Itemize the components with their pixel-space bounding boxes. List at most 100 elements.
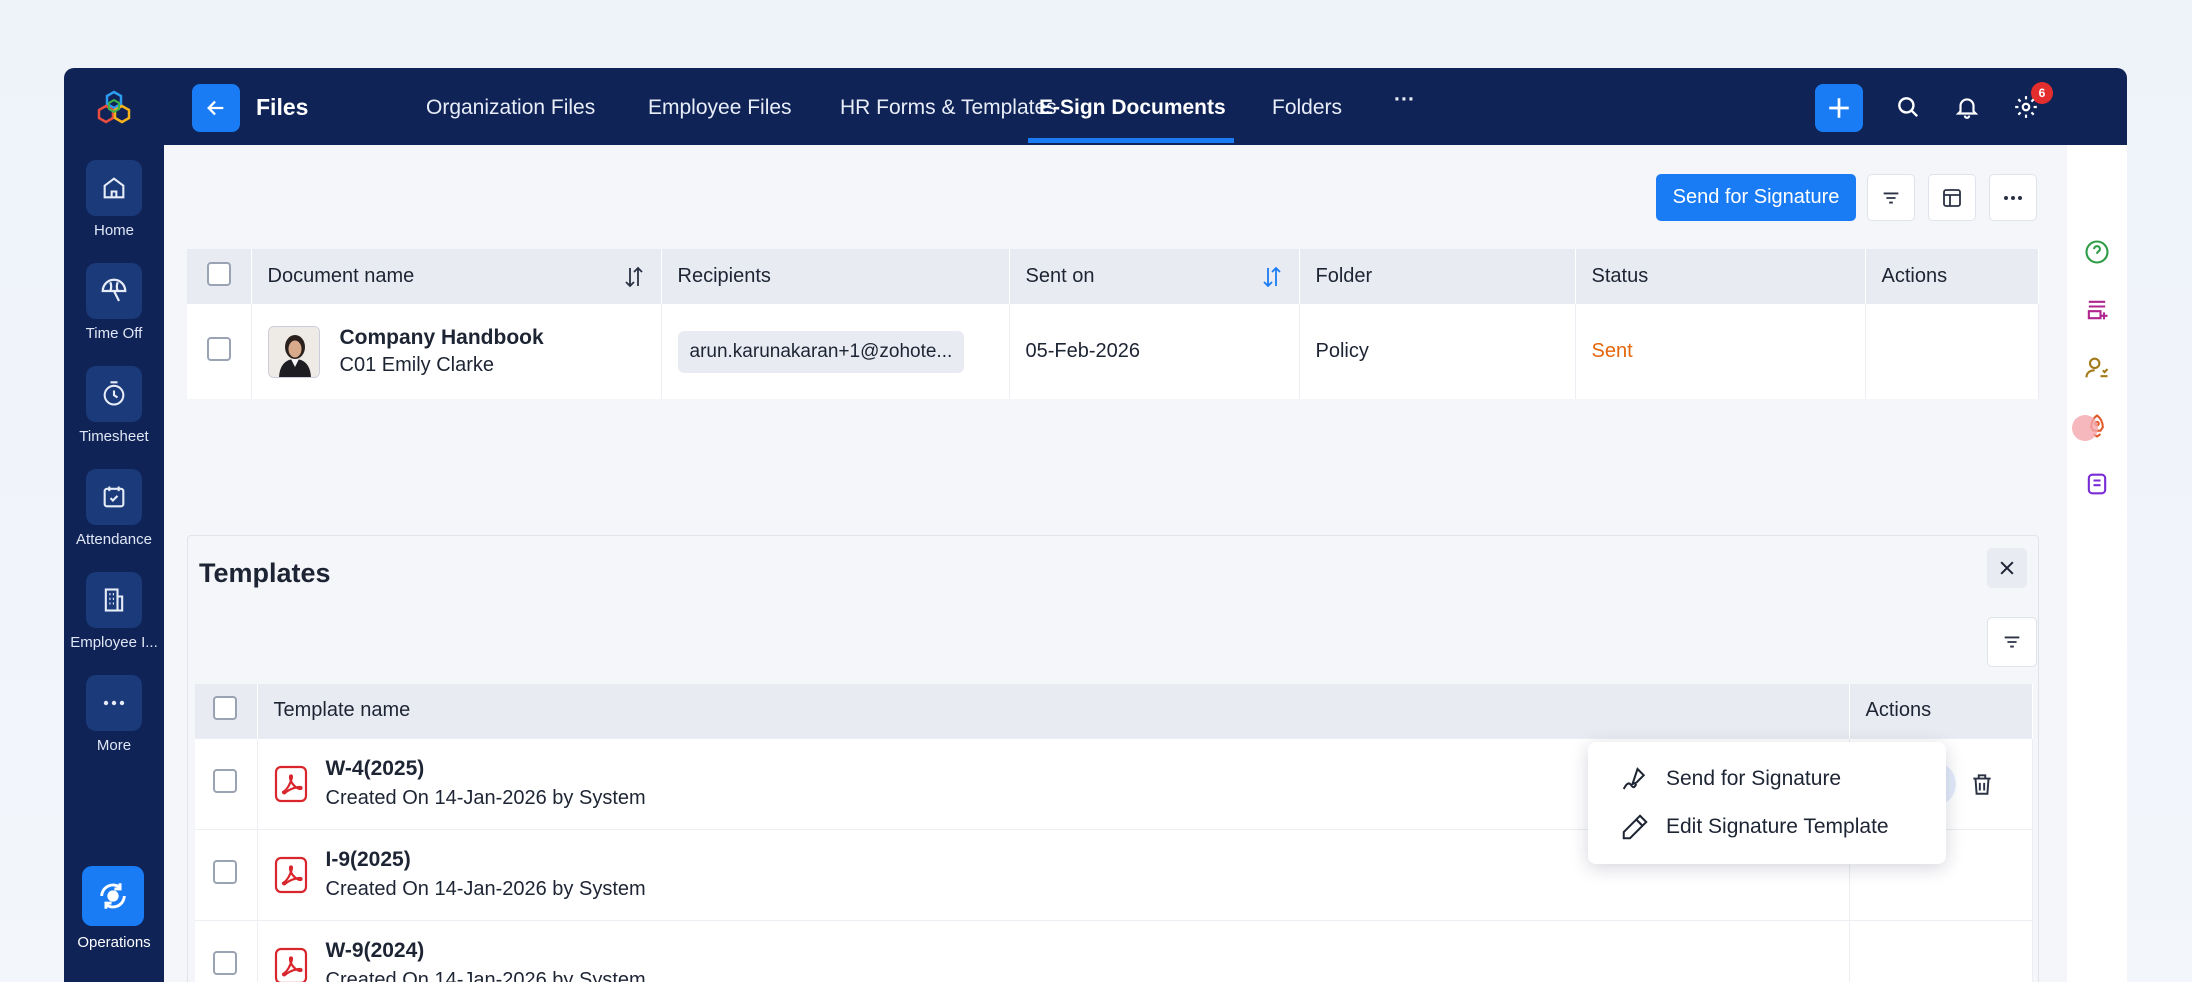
- column-label: Recipients: [677, 265, 771, 287]
- operations-label: Operations: [77, 934, 151, 951]
- tab-folders[interactable]: Folders: [1272, 96, 1342, 120]
- sort-icon[interactable]: [1261, 265, 1283, 289]
- close-icon: [2000, 561, 2014, 575]
- arrow-left-icon: [207, 100, 224, 116]
- row-checkbox[interactable]: [213, 768, 237, 793]
- add-button[interactable]: [1815, 84, 1863, 132]
- template-created: Created On 14-Jan-2026 by System: [325, 969, 646, 982]
- column-actions: Actions: [1849, 684, 2033, 738]
- row-select-cell: [187, 304, 252, 399]
- more-options-button[interactable]: [1989, 174, 2037, 221]
- send-for-signature-button[interactable]: Send for Signature: [1656, 174, 1856, 221]
- layout-button[interactable]: [1928, 174, 1976, 221]
- select-all-checkbox[interactable]: [213, 695, 237, 720]
- table-header-row: Template name Actions: [195, 684, 2033, 738]
- rail-label: Timesheet: [79, 428, 149, 445]
- back-button[interactable]: [192, 84, 240, 132]
- column-folder: Folder: [1299, 249, 1576, 304]
- help-button[interactable]: [2082, 237, 2112, 267]
- calendar-check-icon: [86, 469, 142, 525]
- menu-item-send-for-signature[interactable]: Send for Signature: [1620, 764, 1841, 794]
- settings-button[interactable]: [2011, 92, 2041, 122]
- folder-cell: Policy: [1299, 304, 1576, 399]
- column-label: Actions: [1865, 699, 1932, 722]
- tab-hr-forms-templates[interactable]: HR Forms & Templates: [840, 96, 1057, 120]
- notes-icon: [2087, 473, 2107, 495]
- rail-label: Home: [93, 222, 134, 239]
- user-settings-button[interactable]: [2082, 353, 2112, 383]
- recipient-chip[interactable]: arun.karunakaran+1@zohote...: [677, 330, 965, 373]
- rail-item-employee-information[interactable]: Employee I...: [64, 572, 164, 672]
- row-select-cell: [195, 828, 258, 920]
- tab-employee-files[interactable]: Employee Files: [648, 96, 792, 120]
- page-title: Files: [256, 94, 309, 120]
- column-label: Status: [1591, 265, 1649, 287]
- table-row[interactable]: Company Handbook C01 Emily Clarke arun.k…: [187, 304, 2039, 399]
- menu-item-edit-signature-template[interactable]: Edit Signature Template: [1620, 812, 1889, 842]
- search-button[interactable]: [1893, 92, 1923, 122]
- rail-item-more[interactable]: More: [64, 675, 164, 775]
- menu-item-label: Edit Signature Template: [1666, 815, 1889, 838]
- column-document-name[interactable]: Document name: [251, 249, 662, 304]
- building-icon: [86, 572, 142, 628]
- row-select-cell: [195, 919, 258, 982]
- row-checkbox[interactable]: [213, 859, 237, 884]
- document-name-cell[interactable]: Company Handbook C01 Emily Clarke: [251, 304, 662, 399]
- more-dots-icon: [86, 675, 142, 731]
- rail-item-timesheet[interactable]: Timesheet: [64, 366, 164, 466]
- rail-item-attendance[interactable]: Attendance: [64, 469, 164, 569]
- operations-button[interactable]: [82, 866, 144, 926]
- rail-item-home[interactable]: Home: [64, 160, 164, 260]
- bell-icon: [1955, 98, 1979, 119]
- rail-label: Employee I...: [70, 634, 158, 651]
- rail-label: More: [96, 737, 132, 754]
- template-name: W-9(2024): [325, 939, 425, 963]
- column-label: Folder: [1315, 265, 1373, 287]
- row-checkbox[interactable]: [207, 336, 231, 361]
- filter-button[interactable]: [1867, 174, 1915, 221]
- filter-icon: [2004, 636, 2020, 648]
- plus-icon: [1829, 98, 1849, 118]
- template-name-cell[interactable]: W-9(2024) Created On 14-Jan-2026 by Syst…: [257, 919, 1850, 982]
- column-sent-on[interactable]: Sent on: [1009, 249, 1300, 304]
- employee-avatar: [267, 325, 320, 378]
- select-all-cell: [187, 249, 252, 304]
- sort-icon[interactable]: [623, 265, 645, 289]
- stack-add-button[interactable]: [2082, 295, 2112, 325]
- signature-icon: [1622, 767, 1646, 790]
- row-select-cell: [195, 737, 258, 829]
- template-name: W-4(2025): [325, 757, 425, 780]
- notifications-button[interactable]: [1952, 92, 1982, 122]
- tab-e-sign-documents[interactable]: E-Sign Documents: [1039, 96, 1226, 120]
- template-created: Created On 14-Jan-2026 by System: [325, 878, 646, 900]
- close-button[interactable]: [1987, 548, 2027, 588]
- template-name: I-9(2025): [325, 848, 411, 871]
- rail-item-time-off[interactable]: Time Off: [64, 263, 164, 363]
- select-all-checkbox[interactable]: [207, 261, 231, 286]
- operations-icon: [100, 883, 126, 909]
- row-checkbox[interactable]: [213, 950, 237, 975]
- column-label: Document name: [267, 265, 415, 287]
- rail-label: Attendance: [76, 531, 152, 548]
- more-dots-icon: [2004, 195, 2022, 200]
- column-label: Actions: [1881, 265, 1948, 287]
- pencil-icon: [1622, 814, 1648, 840]
- left-rail: Home Time Off Timesheet Attendance Emplo…: [64, 68, 164, 982]
- column-actions: Actions: [1865, 249, 2039, 304]
- table-row[interactable]: W-9(2024) Created On 14-Jan-2026 by Syst…: [195, 919, 2033, 982]
- search-icon: [1898, 97, 1919, 118]
- more-tabs-button[interactable]: ···: [1394, 88, 1415, 112]
- select-all-cell: [195, 684, 258, 738]
- notes-button[interactable]: [2082, 469, 2112, 499]
- right-rail: Z/A: [2067, 145, 2127, 982]
- tab-organization-files[interactable]: Organization Files: [426, 96, 595, 120]
- filter-icon: [1883, 192, 1899, 203]
- column-label: Sent on: [1025, 265, 1095, 287]
- timer-icon: [86, 366, 142, 422]
- column-status: Status: [1575, 249, 1866, 304]
- delete-button[interactable]: [1969, 770, 1995, 798]
- column-template-name: Template name: [257, 684, 1850, 738]
- app-logo-icon: [97, 90, 131, 124]
- templates-filter-button[interactable]: [1987, 617, 2037, 667]
- layout-icon: [1943, 188, 1961, 207]
